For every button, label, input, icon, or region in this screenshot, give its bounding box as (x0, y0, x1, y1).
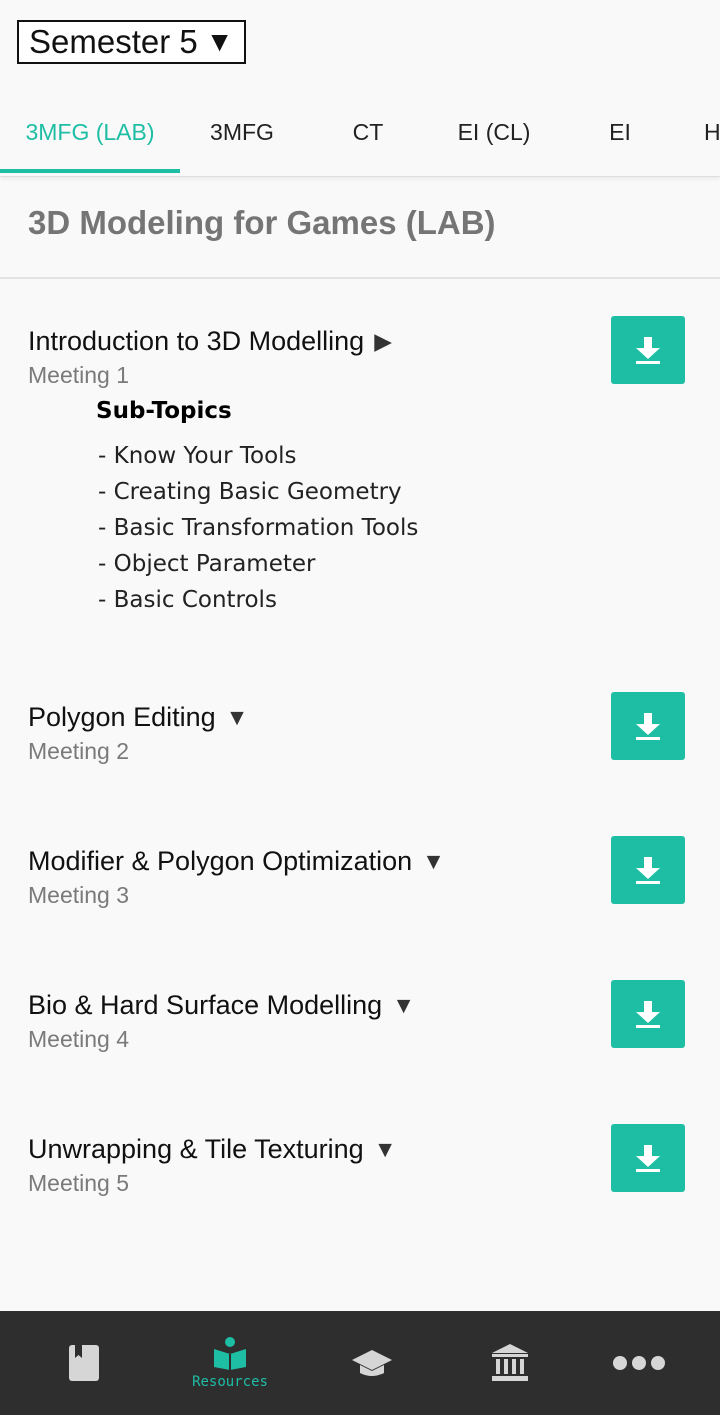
semester-label: Semester 5 (29, 23, 198, 60)
meeting-number: Meeting 5 (28, 1170, 130, 1196)
meeting-title-toggle[interactable]: Modifier & Polygon Optimization ▼ (28, 846, 445, 877)
subtopics-heading: Sub-Topics (96, 398, 232, 424)
subtopic-item: - Basic Transformation Tools (98, 515, 419, 541)
institution-icon (492, 1344, 528, 1381)
tab-ei-cl[interactable]: EI (CL) (432, 92, 556, 172)
meeting-title: Modifier & Polygon Optimization (28, 846, 413, 876)
meeting-title: Polygon Editing (28, 702, 216, 732)
nav-resources[interactable]: Resources (158, 1311, 302, 1415)
meeting-number: Meeting 4 (28, 1026, 130, 1052)
tab-3mfg-lab[interactable]: 3MFG (LAB) (0, 92, 180, 172)
nav-more[interactable] (567, 1311, 711, 1415)
download-button[interactable] (611, 836, 685, 904)
meeting-number: Meeting 3 (28, 882, 130, 908)
tab-3mfg[interactable]: 3MFG (180, 92, 304, 172)
download-button[interactable] (611, 316, 685, 384)
download-button[interactable] (611, 1124, 685, 1192)
meeting-title-toggle[interactable]: Unwrapping & Tile Texturing ▼ (28, 1134, 396, 1165)
graduation-cap-icon (352, 1350, 392, 1376)
nav-institution[interactable] (438, 1311, 582, 1415)
book-icon (69, 1345, 99, 1381)
nav-label-resources: Resources (192, 1374, 268, 1390)
meeting-title-toggle[interactable]: Polygon Editing ▼ (28, 702, 248, 733)
download-icon (636, 713, 660, 740)
subtopic-item: - Basic Controls (98, 587, 277, 613)
meeting-number: Meeting 1 (28, 362, 130, 388)
meeting-title: Introduction to 3D Modelling (28, 326, 365, 356)
subtopic-item: - Know Your Tools (98, 443, 297, 469)
bottom-navigation: Resources (0, 1311, 720, 1415)
nav-book[interactable] (12, 1311, 156, 1415)
meeting-title: Bio & Hard Surface Modelling (28, 990, 383, 1020)
meeting-number: Meeting 2 (28, 738, 130, 764)
download-button[interactable] (611, 980, 685, 1048)
subtopic-item: - Object Parameter (98, 551, 316, 577)
active-tab-indicator (0, 169, 180, 173)
reader-icon (214, 1337, 246, 1370)
caret-down-icon: ▼ (205, 26, 234, 57)
nav-education[interactable] (300, 1311, 444, 1415)
tab-h[interactable]: H (704, 92, 720, 172)
download-icon (636, 1001, 660, 1028)
course-title: 3D Modeling for Games (LAB) (28, 204, 496, 241)
meeting-title-toggle[interactable]: Introduction to 3D Modelling ▶ (28, 326, 392, 357)
divider (0, 277, 720, 279)
download-button[interactable] (611, 692, 685, 760)
subtopics-panel: Sub-Topics - Know Your Tools - Creating … (96, 398, 418, 618)
course-tabs: 3MFG (LAB) 3MFG CT EI (CL) EI H (0, 92, 720, 177)
more-icon (613, 1356, 665, 1370)
meeting-title-toggle[interactable]: Bio & Hard Surface Modelling ▼ (28, 990, 415, 1021)
download-icon (636, 1145, 660, 1172)
semester-dropdown[interactable]: Semester 5 ▼ (17, 20, 246, 64)
download-icon (636, 857, 660, 884)
caret-down-icon: ▼ (422, 848, 445, 874)
subtopic-item: - Creating Basic Geometry (98, 479, 402, 505)
caret-right-icon: ▶ (374, 328, 392, 354)
meeting-title: Unwrapping & Tile Texturing (28, 1134, 364, 1164)
download-icon (636, 337, 660, 364)
caret-down-icon: ▼ (373, 1136, 397, 1162)
tab-ei[interactable]: EI (556, 92, 684, 172)
caret-down-icon: ▼ (225, 704, 249, 730)
caret-down-icon: ▼ (392, 992, 415, 1018)
tab-ct[interactable]: CT (304, 92, 432, 172)
